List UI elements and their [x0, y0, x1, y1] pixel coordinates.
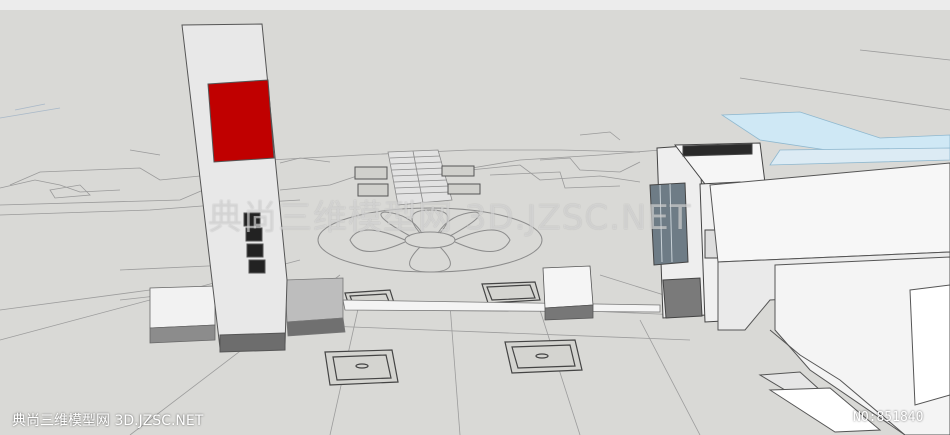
pylon-slot-4 — [248, 259, 266, 274]
watermark-center: 典尚三维模型网 3D.JZSC.NET — [208, 198, 692, 238]
watermark-bottom-right: NO:851840 — [853, 410, 924, 425]
pylon-slot-3 — [246, 243, 264, 258]
low-wall-left — [149, 285, 216, 344]
watermark-bottom-left: 典尚三维模型网 3D.JZSC.NET — [12, 413, 204, 429]
red-panel — [207, 79, 275, 163]
low-block-right — [542, 265, 594, 321]
sky-band — [0, 0, 950, 10]
